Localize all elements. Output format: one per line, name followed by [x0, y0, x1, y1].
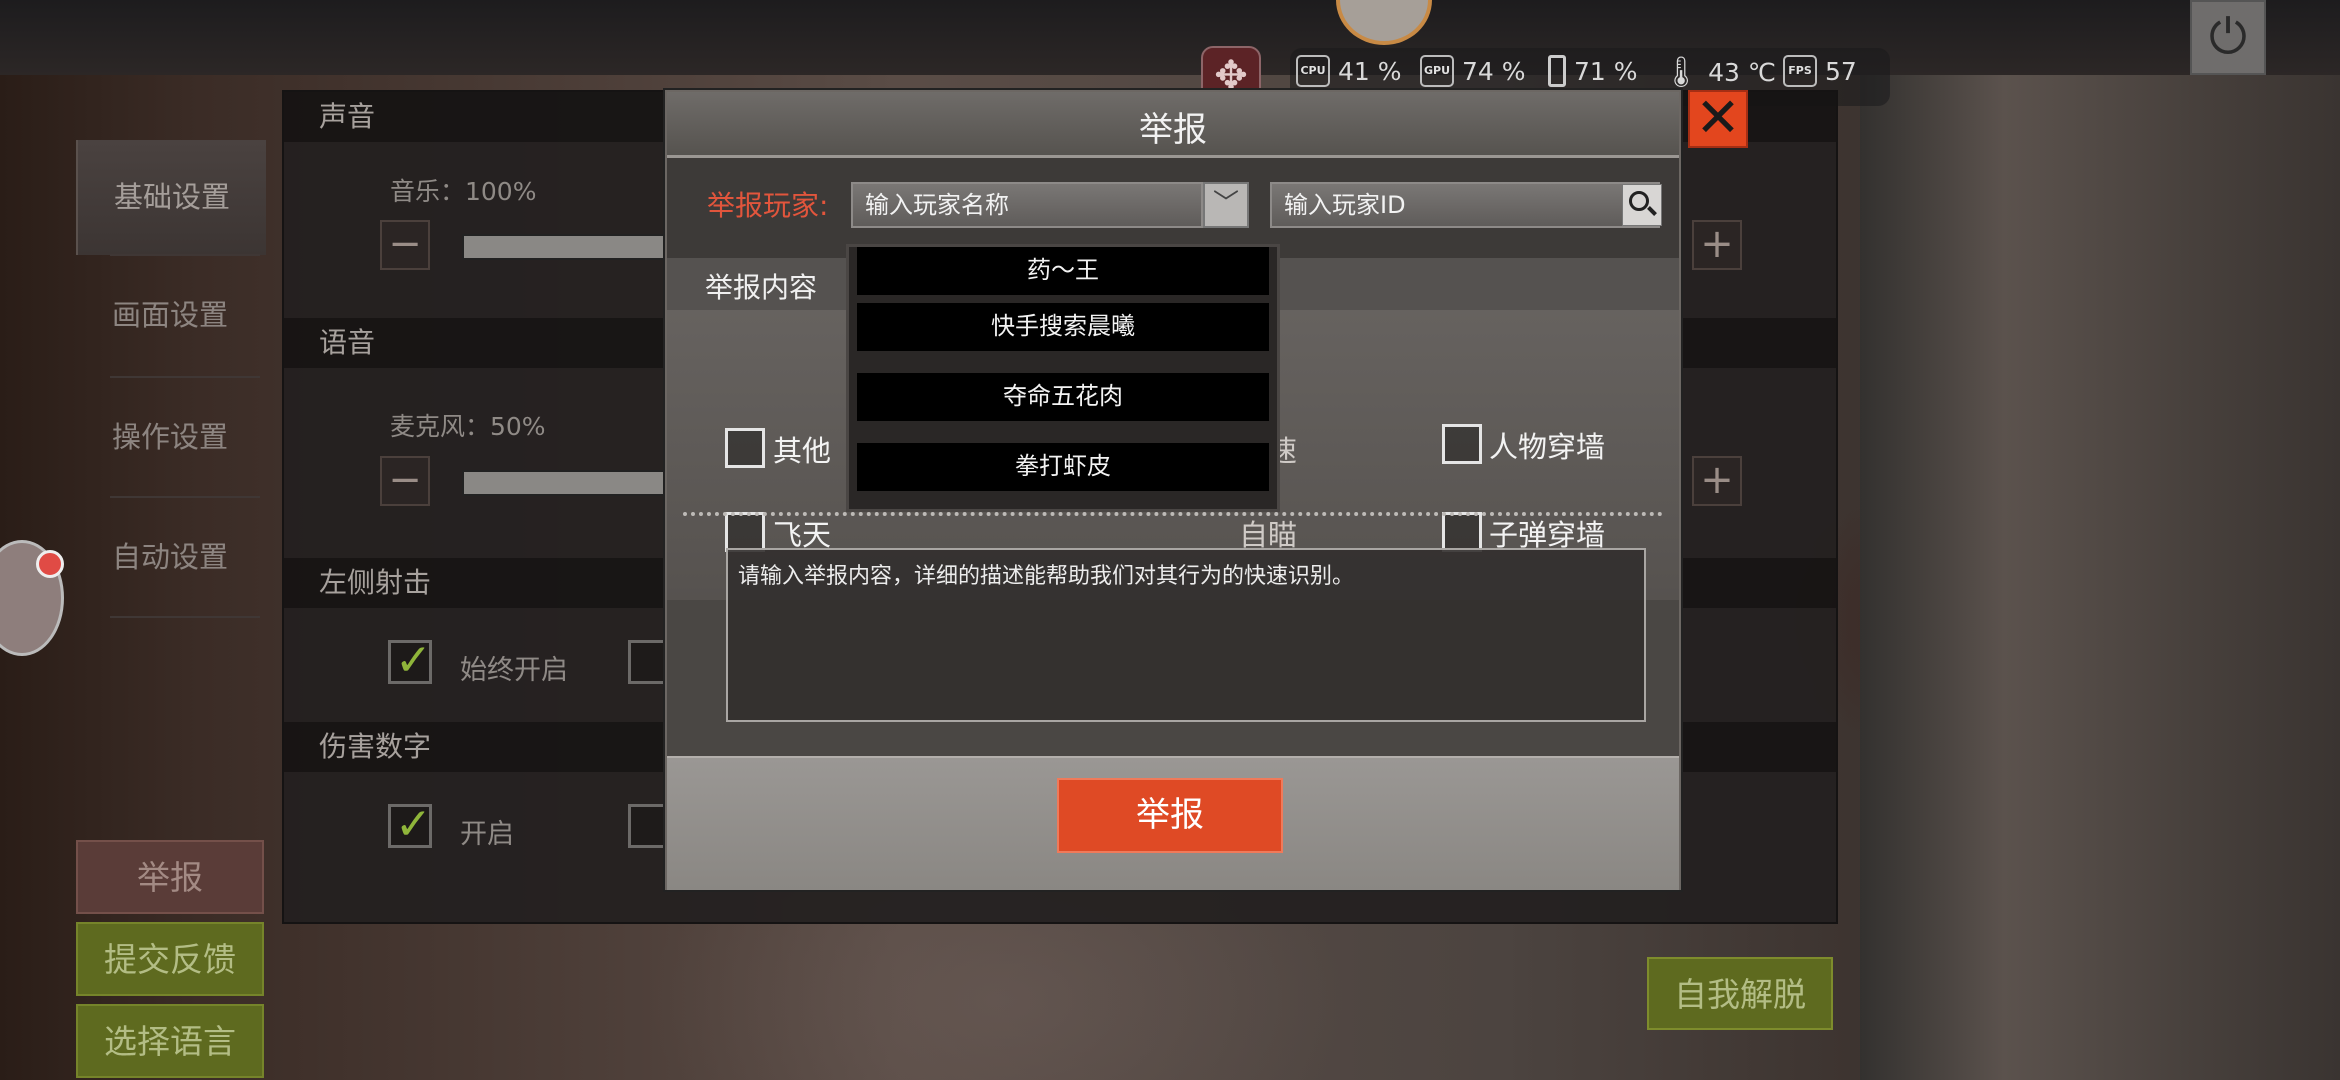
always-on-checkbox[interactable]: ✓ [388, 635, 432, 686]
power-icon[interactable]: ⏻ [2190, 0, 2266, 75]
option-bullet-wall-checkbox[interactable] [1442, 512, 1482, 552]
option-wallhack-label: 人物穿墙 [1489, 430, 1606, 464]
nav-auto-settings[interactable]: 自动设置 [76, 500, 264, 615]
nav-control-settings[interactable]: 操作设置 [76, 380, 264, 495]
close-icon[interactable]: ✕ [1688, 90, 1748, 148]
check-icon: ✓ [395, 799, 432, 850]
option-wallhack-checkbox[interactable] [1442, 424, 1482, 464]
divider [110, 376, 260, 378]
option-fly-checkbox[interactable] [725, 512, 765, 552]
dialog-title: 举报 [1139, 110, 1207, 150]
music-plus-button[interactable]: + [1692, 220, 1742, 270]
check-icon: ✓ [395, 635, 432, 686]
player-id-input[interactable]: 输入玩家ID [1270, 182, 1660, 228]
always-on-label: 始终开启 [460, 655, 568, 686]
option-other-label: 其他 [773, 434, 832, 468]
mic-volume-label: 麦克风：50% [390, 412, 546, 441]
mic-minus-button[interactable]: − [380, 456, 430, 506]
notification-dot [36, 550, 64, 578]
top-strip [0, 0, 2340, 75]
player-name-input[interactable]: 输入玩家名称 [851, 182, 1203, 228]
music-minus-button[interactable]: − [380, 220, 430, 270]
dropdown-item[interactable]: 快手搜索晨曦 [857, 303, 1269, 351]
fps-stat: FPS 57 [1783, 55, 1857, 87]
gpu-value: 74 % [1462, 56, 1526, 86]
background-wall [1860, 75, 2340, 1080]
language-button[interactable]: 选择语言 [76, 1004, 264, 1078]
cpu-stat: CPU 41 % [1296, 55, 1402, 87]
option-other-checkbox[interactable] [725, 428, 765, 468]
gpu-stat: GPU 74 % [1420, 55, 1526, 87]
temp-stat: 🌡 43 ℃ [1662, 55, 1776, 90]
fps-value: 57 [1825, 56, 1857, 86]
fps-icon: FPS [1783, 55, 1817, 87]
dialog-header: 举报 [667, 92, 1679, 158]
nav-basic-settings[interactable]: 基础设置 [76, 140, 266, 255]
self-rescue-button[interactable]: 自我解脱 [1647, 957, 1833, 1030]
report-content-textarea[interactable]: 请输入举报内容，详细的描述能帮助我们对其行为的快速识别。 [726, 548, 1646, 722]
search-icon[interactable] [1622, 184, 1662, 226]
thermometer-icon: 🌡 [1662, 55, 1701, 90]
divider [110, 616, 260, 618]
player-label: 举报玩家: [707, 189, 829, 222]
feedback-button[interactable]: 提交反馈 [76, 922, 264, 996]
cpu-icon: CPU [1296, 55, 1330, 87]
dropdown-item[interactable]: 拳打虾皮 [857, 443, 1269, 491]
content-label: 举报内容 [705, 271, 818, 304]
temp-value: 43 ℃ [1708, 58, 1776, 87]
dropdown-item[interactable]: 药～王 [857, 247, 1269, 295]
report-button[interactable]: 举报 [76, 840, 264, 914]
gpu-icon: GPU [1420, 55, 1454, 87]
damage-on-label: 开启 [460, 819, 514, 850]
nav-display-settings[interactable]: 画面设置 [76, 258, 264, 373]
player-dropdown: 药～王 快手搜索晨曦 夺命五花肉 拳打虾皮 [846, 244, 1280, 512]
divider [683, 512, 1663, 516]
cpu-value: 41 % [1338, 56, 1402, 86]
damage-on-checkbox[interactable]: ✓ [388, 799, 432, 850]
battery-icon [1548, 55, 1566, 87]
battery-stat: 71 % [1548, 55, 1638, 87]
music-volume-label: 音乐：100% [390, 177, 537, 206]
dropdown-item[interactable]: 夺命五花肉 [857, 373, 1269, 421]
battery-value: 71 % [1574, 56, 1638, 86]
divider [110, 496, 260, 498]
mic-plus-button[interactable]: + [1692, 456, 1742, 506]
submit-report-button[interactable]: 举报 [1057, 778, 1283, 853]
chevron-down-icon[interactable]: ﹀ [1203, 182, 1249, 228]
divider [110, 254, 260, 256]
